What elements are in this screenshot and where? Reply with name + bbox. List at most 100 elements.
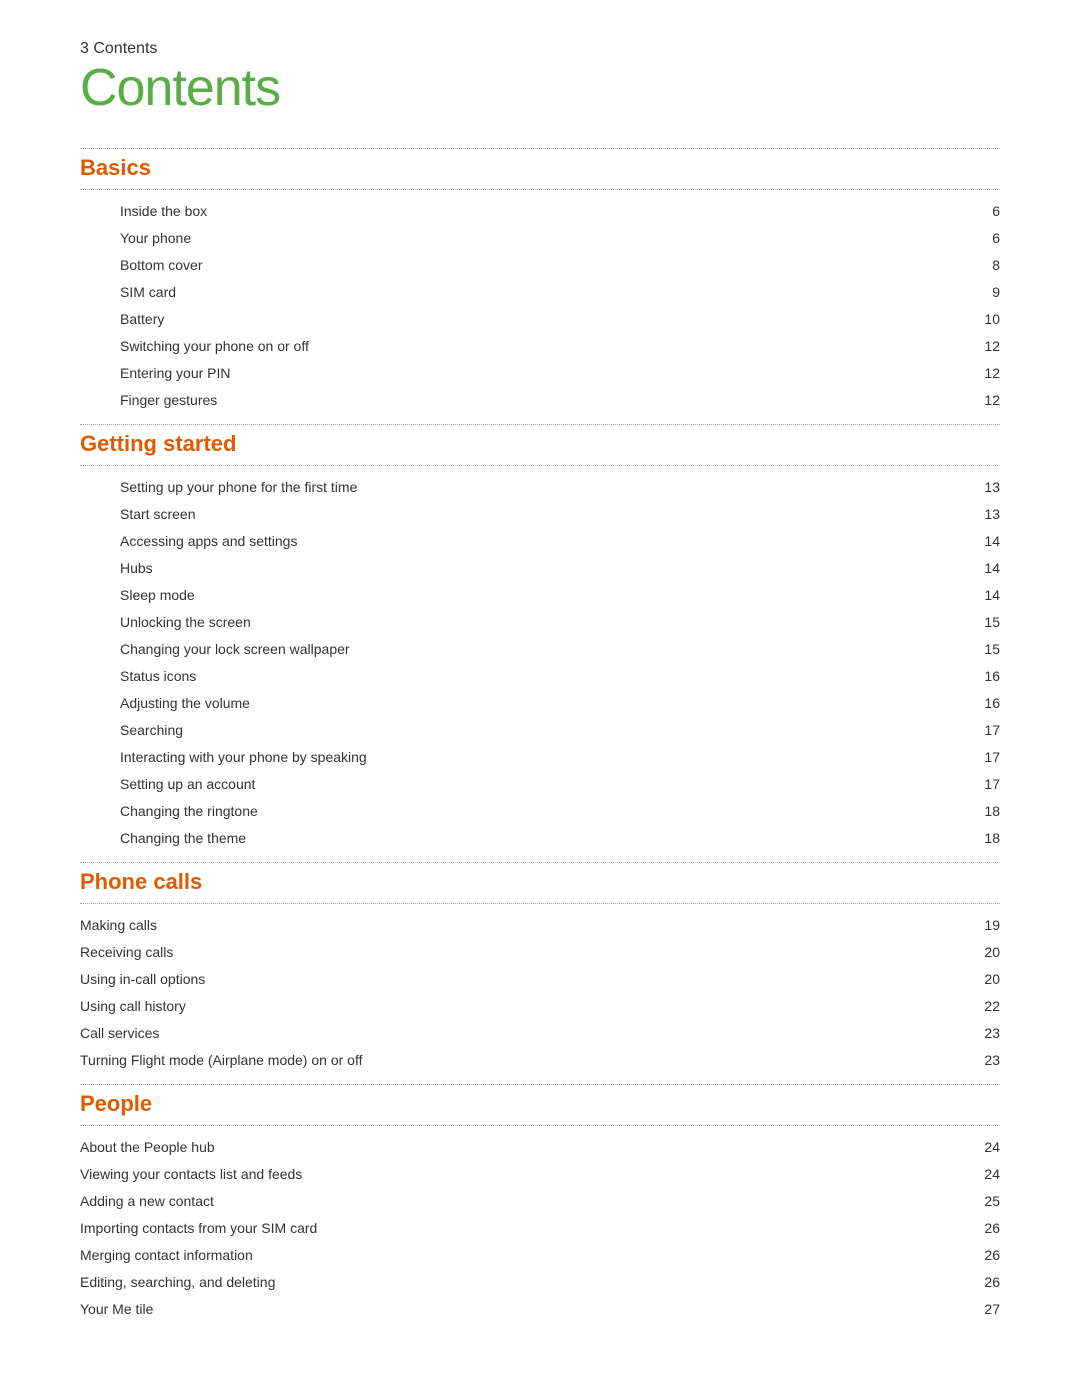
toc-entry-label: Setting up your phone for the first time bbox=[120, 477, 357, 498]
toc-entry: About the People hub24 bbox=[80, 1134, 1000, 1161]
toc-entry-page: 9 bbox=[970, 282, 1000, 303]
toc-entry-label: Adjusting the volume bbox=[120, 693, 250, 714]
toc-entry: Battery10 bbox=[80, 306, 1000, 333]
toc-entry-label: Merging contact information bbox=[80, 1245, 253, 1266]
toc-entry-page: 13 bbox=[970, 504, 1000, 525]
section-divider-top-phone-calls bbox=[80, 862, 1000, 863]
toc-entry-page: 25 bbox=[970, 1191, 1000, 1212]
toc-entry-label: Accessing apps and settings bbox=[120, 531, 297, 552]
toc-entry: Bottom cover 8 bbox=[80, 252, 1000, 279]
toc-entry: Adding a new contact 25 bbox=[80, 1188, 1000, 1215]
toc-entry-label: Searching bbox=[120, 720, 183, 741]
toc-entry-page: 27 bbox=[970, 1299, 1000, 1320]
toc-entry: Finger gestures 12 bbox=[80, 387, 1000, 414]
toc-entry-page: 6 bbox=[970, 201, 1000, 222]
toc-entry: Turning Flight mode (Airplane mode) on o… bbox=[80, 1047, 1000, 1074]
toc-entry-label: Making calls bbox=[80, 915, 157, 936]
toc-entry: Changing your lock screen wallpaper 15 bbox=[80, 636, 1000, 663]
section-heading-phone-calls: Phone calls bbox=[80, 869, 1000, 899]
section-heading-getting-started: Getting started bbox=[80, 431, 1000, 461]
toc-entry: Changing the ringtone 18 bbox=[80, 798, 1000, 825]
toc-entry-label: Adding a new contact bbox=[80, 1191, 214, 1212]
toc-entry-page: 18 bbox=[970, 828, 1000, 849]
toc-entry-label: Viewing your contacts list and feeds bbox=[80, 1164, 302, 1185]
toc-entry: Changing the theme 18 bbox=[80, 825, 1000, 852]
toc-entry: Start screen13 bbox=[80, 501, 1000, 528]
toc-entry-page: 24 bbox=[970, 1137, 1000, 1158]
toc-entry: Hubs14 bbox=[80, 555, 1000, 582]
toc-entry: Inside the box 6 bbox=[80, 198, 1000, 225]
toc-entry: Entering your PIN12 bbox=[80, 360, 1000, 387]
toc-entry: Your phone 6 bbox=[80, 225, 1000, 252]
toc-entry-label: Changing the ringtone bbox=[120, 801, 258, 822]
toc-entry: Making calls 19 bbox=[80, 912, 1000, 939]
toc-entry-page: 17 bbox=[970, 747, 1000, 768]
section-heading-people: People bbox=[80, 1091, 1000, 1121]
toc-entry: Switching your phone on or off 12 bbox=[80, 333, 1000, 360]
section-divider-bottom-phone-calls bbox=[80, 903, 1000, 904]
toc-entry-page: 15 bbox=[970, 612, 1000, 633]
toc-entry-label: Turning Flight mode (Airplane mode) on o… bbox=[80, 1050, 362, 1071]
toc-entry-label: Switching your phone on or off bbox=[120, 336, 309, 357]
toc-entry: Status icons 16 bbox=[80, 663, 1000, 690]
toc-entry-page: 12 bbox=[970, 390, 1000, 411]
toc-entry-page: 17 bbox=[970, 720, 1000, 741]
toc-entry-page: 26 bbox=[970, 1245, 1000, 1266]
toc-entry-label: Your phone bbox=[120, 228, 191, 249]
section-divider-bottom-basics bbox=[80, 189, 1000, 190]
toc-entry-page: 17 bbox=[970, 774, 1000, 795]
toc-entry-page: 8 bbox=[970, 255, 1000, 276]
toc-entry-label: Call services bbox=[80, 1023, 159, 1044]
toc-entry-page: 12 bbox=[970, 336, 1000, 357]
toc-entry-page: 16 bbox=[970, 693, 1000, 714]
toc-entry-page: 6 bbox=[970, 228, 1000, 249]
toc-entry: Searching 17 bbox=[80, 717, 1000, 744]
toc-entry: Viewing your contacts list and feeds 24 bbox=[80, 1161, 1000, 1188]
toc-entry-page: 12 bbox=[970, 363, 1000, 384]
toc-entry-label: Using in-call options bbox=[80, 969, 205, 990]
toc-entry-label: Editing, searching, and deleting bbox=[80, 1272, 275, 1293]
toc-entry-label: Unlocking the screen bbox=[120, 612, 251, 633]
toc-entry-page: 20 bbox=[970, 942, 1000, 963]
toc-entry: Unlocking the screen 15 bbox=[80, 609, 1000, 636]
section-divider-top-basics bbox=[80, 148, 1000, 149]
toc-entry-label: Inside the box bbox=[120, 201, 207, 222]
toc-entry-page: 16 bbox=[970, 666, 1000, 687]
section-phone-calls: Phone calls Making calls 19 Receiving calls… bbox=[80, 862, 1000, 1074]
toc-entry-label: Status icons bbox=[120, 666, 196, 687]
toc-entry: Sleep mode14 bbox=[80, 582, 1000, 609]
toc-entry: Setting up an account 17 bbox=[80, 771, 1000, 798]
section-basics: Basics Inside the box 6 Your phone 6 Bottom c… bbox=[80, 148, 1000, 414]
toc-entry-label: Changing the theme bbox=[120, 828, 246, 849]
toc-entry: Editing, searching, and deleting 26 bbox=[80, 1269, 1000, 1296]
toc-entry: Using in-call options 20 bbox=[80, 966, 1000, 993]
toc-entry: Receiving calls20 bbox=[80, 939, 1000, 966]
toc-entry: Accessing apps and settings 14 bbox=[80, 528, 1000, 555]
toc-entry-page: 26 bbox=[970, 1272, 1000, 1293]
toc-entry-label: Changing your lock screen wallpaper bbox=[120, 639, 350, 660]
toc-entry-label: Setting up an account bbox=[120, 774, 255, 795]
toc-entry-page: 14 bbox=[970, 531, 1000, 552]
toc-entry-page: 26 bbox=[970, 1218, 1000, 1239]
section-divider-top-people bbox=[80, 1084, 1000, 1085]
toc-entry-page: 13 bbox=[970, 477, 1000, 498]
toc-entry-label: Finger gestures bbox=[120, 390, 217, 411]
section-divider-bottom-people bbox=[80, 1125, 1000, 1126]
toc-entry-page: 24 bbox=[970, 1164, 1000, 1185]
toc-entry: Your Me tile 27 bbox=[80, 1296, 1000, 1323]
toc-entry-label: Interacting with your phone by speaking bbox=[120, 747, 367, 768]
toc-entry: Call services23 bbox=[80, 1020, 1000, 1047]
toc-entry-page: 15 bbox=[970, 639, 1000, 660]
page-number-line: 3 Contents bbox=[80, 40, 1000, 58]
toc-entry: SIM card9 bbox=[80, 279, 1000, 306]
toc-entry-page: 18 bbox=[970, 801, 1000, 822]
toc-entry-label: Battery bbox=[120, 309, 164, 330]
toc-entry-page: 20 bbox=[970, 969, 1000, 990]
toc-entry-label: Your Me tile bbox=[80, 1299, 153, 1320]
toc-entry-page: 23 bbox=[970, 1050, 1000, 1071]
toc-entry-page: 19 bbox=[970, 915, 1000, 936]
toc-entry-label: Hubs bbox=[120, 558, 153, 579]
section-people: PeopleAbout the People hub24Viewing your… bbox=[80, 1084, 1000, 1323]
section-heading-basics: Basics bbox=[80, 155, 1000, 185]
toc-entry-label: Bottom cover bbox=[120, 255, 202, 276]
